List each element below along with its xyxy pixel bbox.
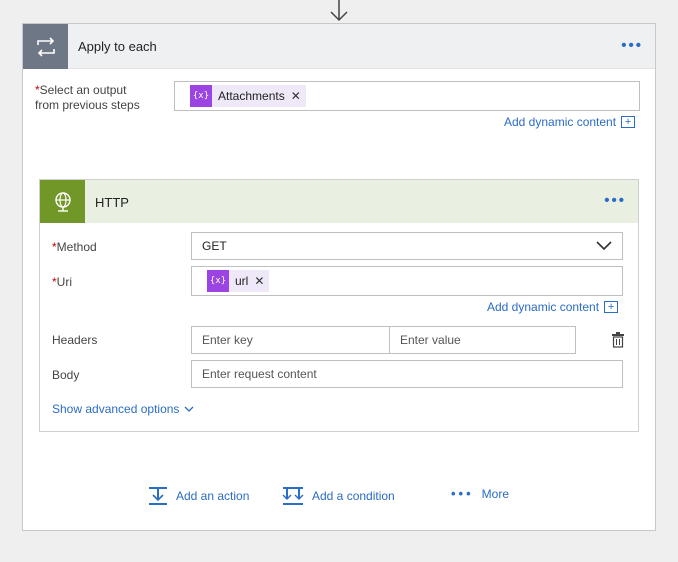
more-label: More [481,486,509,501]
add-dynamic-content-link[interactable]: Add dynamic content + [487,300,619,314]
headers-label: Headers [52,333,98,347]
more-dots-icon: ••• [451,486,474,501]
header-key-input[interactable]: Enter key [191,326,390,354]
add-condition-label: Add a condition [312,489,395,503]
uri-field[interactable]: {x} url ✕ [191,266,623,296]
apply-to-each-card: Apply to each ••• *Select an output from… [22,23,656,531]
apply-to-each-header[interactable]: Apply to each ••• [23,24,655,69]
add-dynamic-content-label: Add dynamic content [504,115,617,129]
http-more-options-icon[interactable]: ••• [604,193,626,208]
more-options-icon[interactable]: ••• [621,38,643,53]
body-input[interactable]: Enter request content [191,360,623,388]
header-key-placeholder: Enter key [202,333,253,347]
add-condition-icon [282,487,304,505]
body-placeholder: Enter request content [202,367,317,381]
show-advanced-options-label: Show advanced options [52,402,180,416]
globe-icon [40,180,85,223]
remove-token-icon[interactable]: ✕ [291,89,306,103]
http-title: HTTP [95,195,129,210]
attachments-token-label: Attachments [218,89,285,103]
add-action-button[interactable]: Add an action [148,486,249,506]
add-plus-icon: + [604,301,619,313]
show-advanced-options-link[interactable]: Show advanced options [52,402,194,416]
method-label: *Method [52,240,97,254]
body-label: Body [52,368,80,382]
add-action-icon [149,487,167,505]
url-token[interactable]: {x} url ✕ [207,270,270,292]
dynamic-content-icon: {x} [207,270,229,292]
connector-arrow-icon [330,0,348,22]
method-select[interactable]: GET [191,232,623,260]
select-output-field[interactable]: {x} Attachments ✕ [174,81,640,111]
header-value-placeholder: Enter value [400,333,461,347]
chevron-down-icon [596,241,612,251]
uri-label: *Uri [52,275,72,289]
uri-label-text: Uri [56,275,72,289]
select-output-label-line2: from previous steps [35,98,140,112]
dynamic-content-icon: {x} [190,85,212,107]
add-action-label: Add an action [176,489,250,503]
http-card: HTTP ••• *Method GET *Uri {x} url ✕ Add … [39,179,639,432]
select-output-label-line1: Select an output [39,83,127,97]
add-plus-icon: + [621,116,636,128]
chevron-down-icon [184,406,194,412]
method-label-text: Method [56,240,97,254]
http-header[interactable]: HTTP ••• [40,180,638,223]
header-value-input[interactable]: Enter value [389,326,576,354]
more-button[interactable]: ••• More [451,486,509,501]
add-dynamic-content-label: Add dynamic content [487,300,600,314]
apply-to-each-title: Apply to each [78,39,157,54]
method-value: GET [202,239,227,253]
url-token-label: url [235,274,249,288]
delete-header-icon[interactable] [611,332,625,348]
remove-token-icon[interactable]: ✕ [254,274,269,288]
add-dynamic-content-link[interactable]: Add dynamic content + [504,115,636,129]
attachments-token[interactable]: {x} Attachments ✕ [190,85,306,107]
add-condition-button[interactable]: Add a condition [282,486,395,506]
loop-icon [23,24,68,69]
select-output-label: *Select an output from previous steps [35,83,140,112]
